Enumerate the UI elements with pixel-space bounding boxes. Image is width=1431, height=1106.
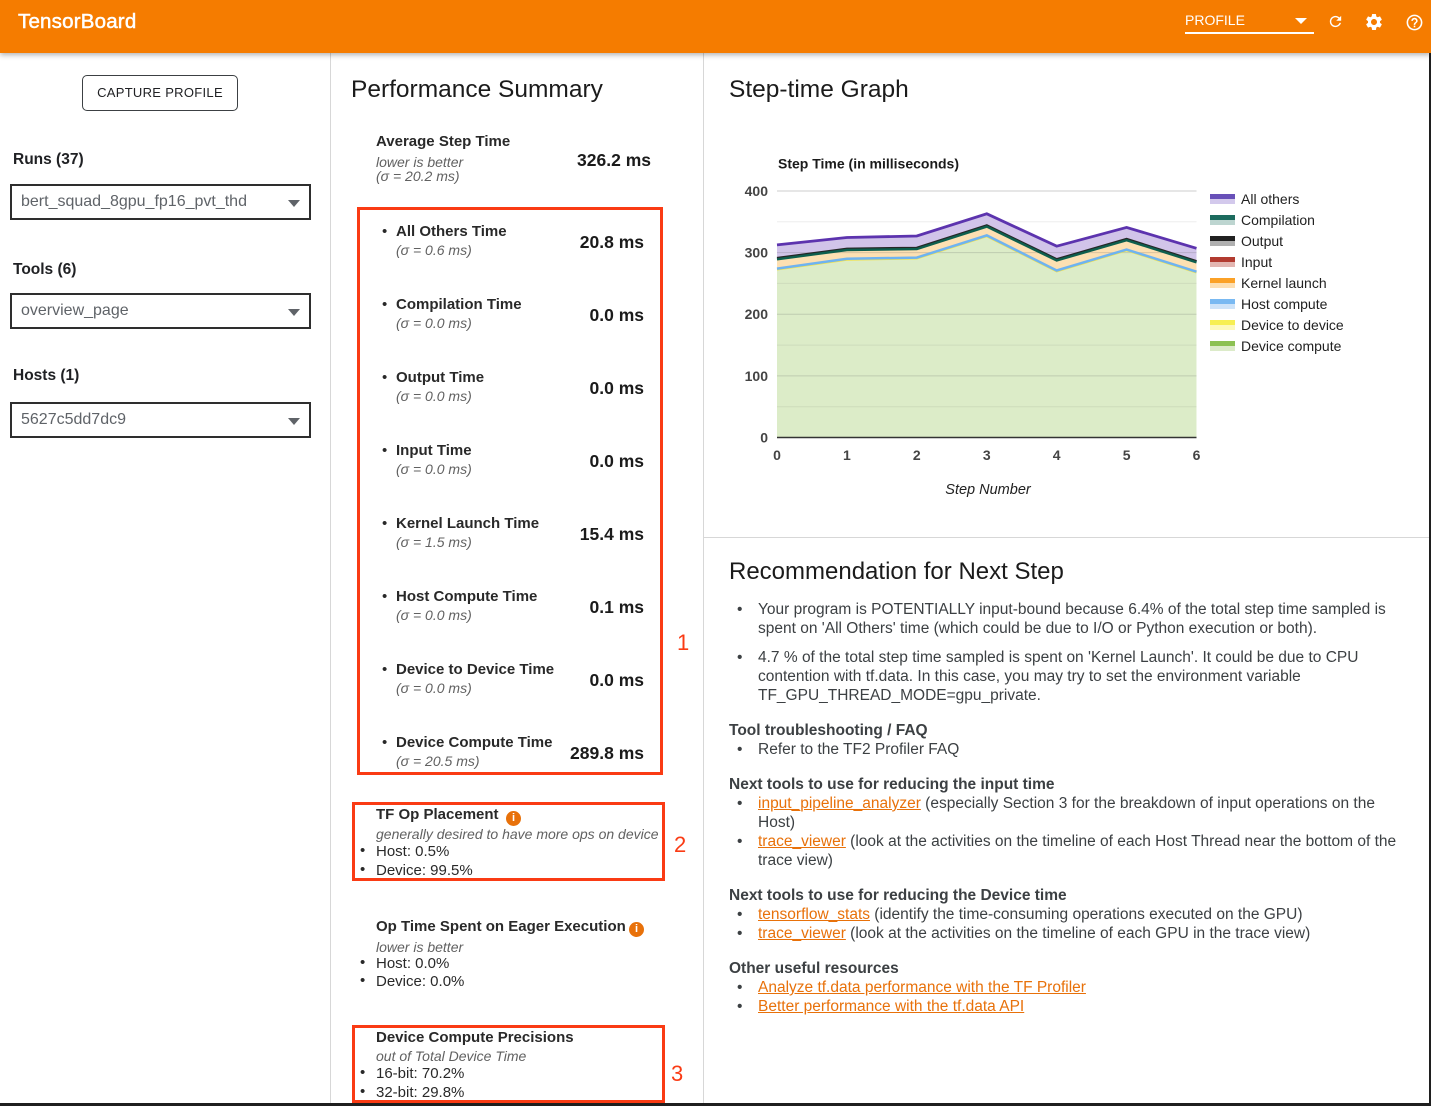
svg-text:Step Number: Step Number — [945, 482, 1032, 498]
svg-text:Compilation: Compilation — [1241, 212, 1315, 228]
svg-text:400: 400 — [745, 183, 769, 199]
svg-text:1: 1 — [843, 447, 851, 463]
svg-text:6: 6 — [1193, 447, 1201, 463]
svg-text:Step Time (in milliseconds): Step Time (in milliseconds) — [778, 156, 959, 172]
svg-text:Device compute: Device compute — [1241, 338, 1342, 354]
svg-text:4: 4 — [1053, 447, 1061, 463]
svg-text:100: 100 — [745, 368, 769, 384]
svg-text:Host compute: Host compute — [1241, 296, 1328, 312]
svg-text:Output: Output — [1241, 233, 1283, 249]
svg-text:200: 200 — [745, 306, 769, 322]
svg-text:5: 5 — [1123, 447, 1131, 463]
svg-text:Kernel launch: Kernel launch — [1241, 275, 1327, 291]
svg-text:All others: All others — [1241, 191, 1299, 207]
svg-text:0: 0 — [773, 447, 781, 463]
svg-text:2: 2 — [913, 447, 921, 463]
svg-text:Input: Input — [1241, 254, 1272, 270]
svg-text:0: 0 — [760, 430, 768, 446]
svg-text:3: 3 — [983, 447, 991, 463]
svg-text:Device to device: Device to device — [1241, 317, 1344, 333]
svg-text:300: 300 — [745, 245, 769, 261]
